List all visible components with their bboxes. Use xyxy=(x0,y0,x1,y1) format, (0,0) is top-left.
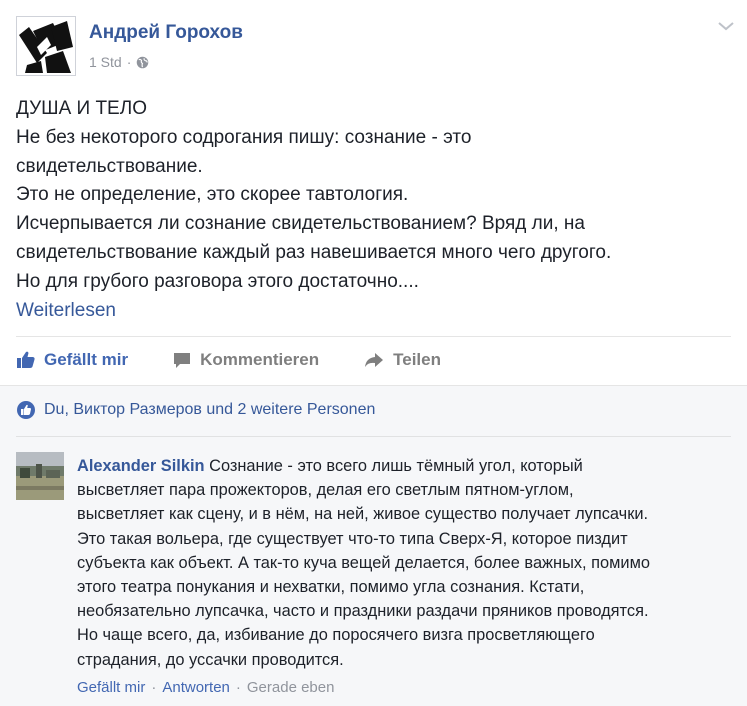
author-avatar[interactable] xyxy=(16,16,76,76)
read-more-link[interactable]: Weiterlesen xyxy=(16,297,731,326)
comment-line: субъекта как объект. А так-то куча вещей… xyxy=(77,553,650,572)
like-button-label: Gefällt mir xyxy=(44,350,129,369)
commenter-avatar[interactable] xyxy=(16,452,64,500)
likes-summary[interactable]: Du, Виктор Размеров und 2 weitere Person… xyxy=(16,400,375,420)
comments-divider xyxy=(16,436,731,437)
comment-button-label: Kommentieren xyxy=(200,350,320,369)
post-body-line: Это не определение, это скорее тавтологи… xyxy=(16,184,409,206)
post-card: Андрей Горохов 1 Std · ДУША И ТЕЛО Не бе… xyxy=(0,0,747,706)
comment-actions-separator: · xyxy=(151,679,157,696)
actions-divider xyxy=(16,336,731,337)
likes-summary-text: Du, Виктор Размеров und 2 weitere Person… xyxy=(44,401,376,418)
chevron-down-icon[interactable] xyxy=(717,20,735,32)
feedback-section: Du, Виктор Размеров und 2 weitere Person… xyxy=(0,385,747,706)
comment-line: этого театра понукания и нехватки, помим… xyxy=(77,578,585,597)
comment-timestamp[interactable]: Gerade eben xyxy=(247,679,335,696)
comment-author-name[interactable]: Alexander Silkin xyxy=(77,457,205,475)
post-body: ДУША И ТЕЛО Не без некоторого содрогания… xyxy=(16,95,731,325)
share-button[interactable]: Teilen xyxy=(363,350,441,370)
thumbs-up-icon xyxy=(17,351,35,368)
post-body-line: Не без некоторого содрогания пишу: созна… xyxy=(16,126,472,148)
post-body-line: Но для грубого разговора этого достаточн… xyxy=(16,270,419,292)
share-arrow-icon xyxy=(365,353,384,367)
like-button[interactable]: Gefällt mir xyxy=(16,350,128,370)
comment-text-start: Сознание - это всего лишь тёмный угол, к… xyxy=(204,457,583,475)
comment-like-link[interactable]: Gefällt mir xyxy=(77,679,145,696)
comment-line: необязательно лупсачка, часто и праздник… xyxy=(77,602,649,621)
post-actions: Gefällt mir Kommentieren Teilen xyxy=(16,345,485,375)
meta-separator: · xyxy=(126,54,132,70)
comment-line: страдания, до уссачки проводится. xyxy=(77,650,344,669)
comment-line: Это такая вольера, где существует что-то… xyxy=(77,529,628,548)
avatar-image xyxy=(17,17,75,75)
post-body-line: ДУША И ТЕЛО xyxy=(16,98,147,119)
post-meta: 1 Std · xyxy=(89,54,149,70)
post-body-line: свидетельствование каждый раз навешивает… xyxy=(16,241,612,263)
post-body-line: свидетельствование. xyxy=(16,155,203,177)
comment-first-line: Alexander Silkin Сознание - это всего ли… xyxy=(77,454,737,478)
post-body-line: Исчерпывается ли сознание свидетельствов… xyxy=(16,213,585,235)
post-timestamp[interactable]: 1 Std xyxy=(89,54,122,70)
share-button-label: Teilen xyxy=(393,350,441,369)
comment-icon xyxy=(174,353,191,368)
comment-line: Но чаще всего, да, избивание до поросяче… xyxy=(77,626,595,645)
comment-reply-link[interactable]: Antworten xyxy=(162,679,230,696)
comment-actions: Gefällt mir · Antworten · Gerade eben xyxy=(77,679,334,696)
commenter-avatar-image xyxy=(16,452,64,500)
like-badge-icon xyxy=(17,401,35,419)
comment-line: высветляет пара прожекторов, делая его с… xyxy=(77,481,574,500)
globe-icon[interactable] xyxy=(136,56,149,69)
comment-actions-separator: · xyxy=(235,679,241,696)
comment-line: высветляет как сцену, и в нём, на ней, ж… xyxy=(77,505,649,524)
post-author-name[interactable]: Андрей Горохов xyxy=(89,22,243,44)
comment-body: Alexander Silkin Сознание - это всего ли… xyxy=(77,454,737,672)
comment-button[interactable]: Kommentieren xyxy=(172,350,319,370)
